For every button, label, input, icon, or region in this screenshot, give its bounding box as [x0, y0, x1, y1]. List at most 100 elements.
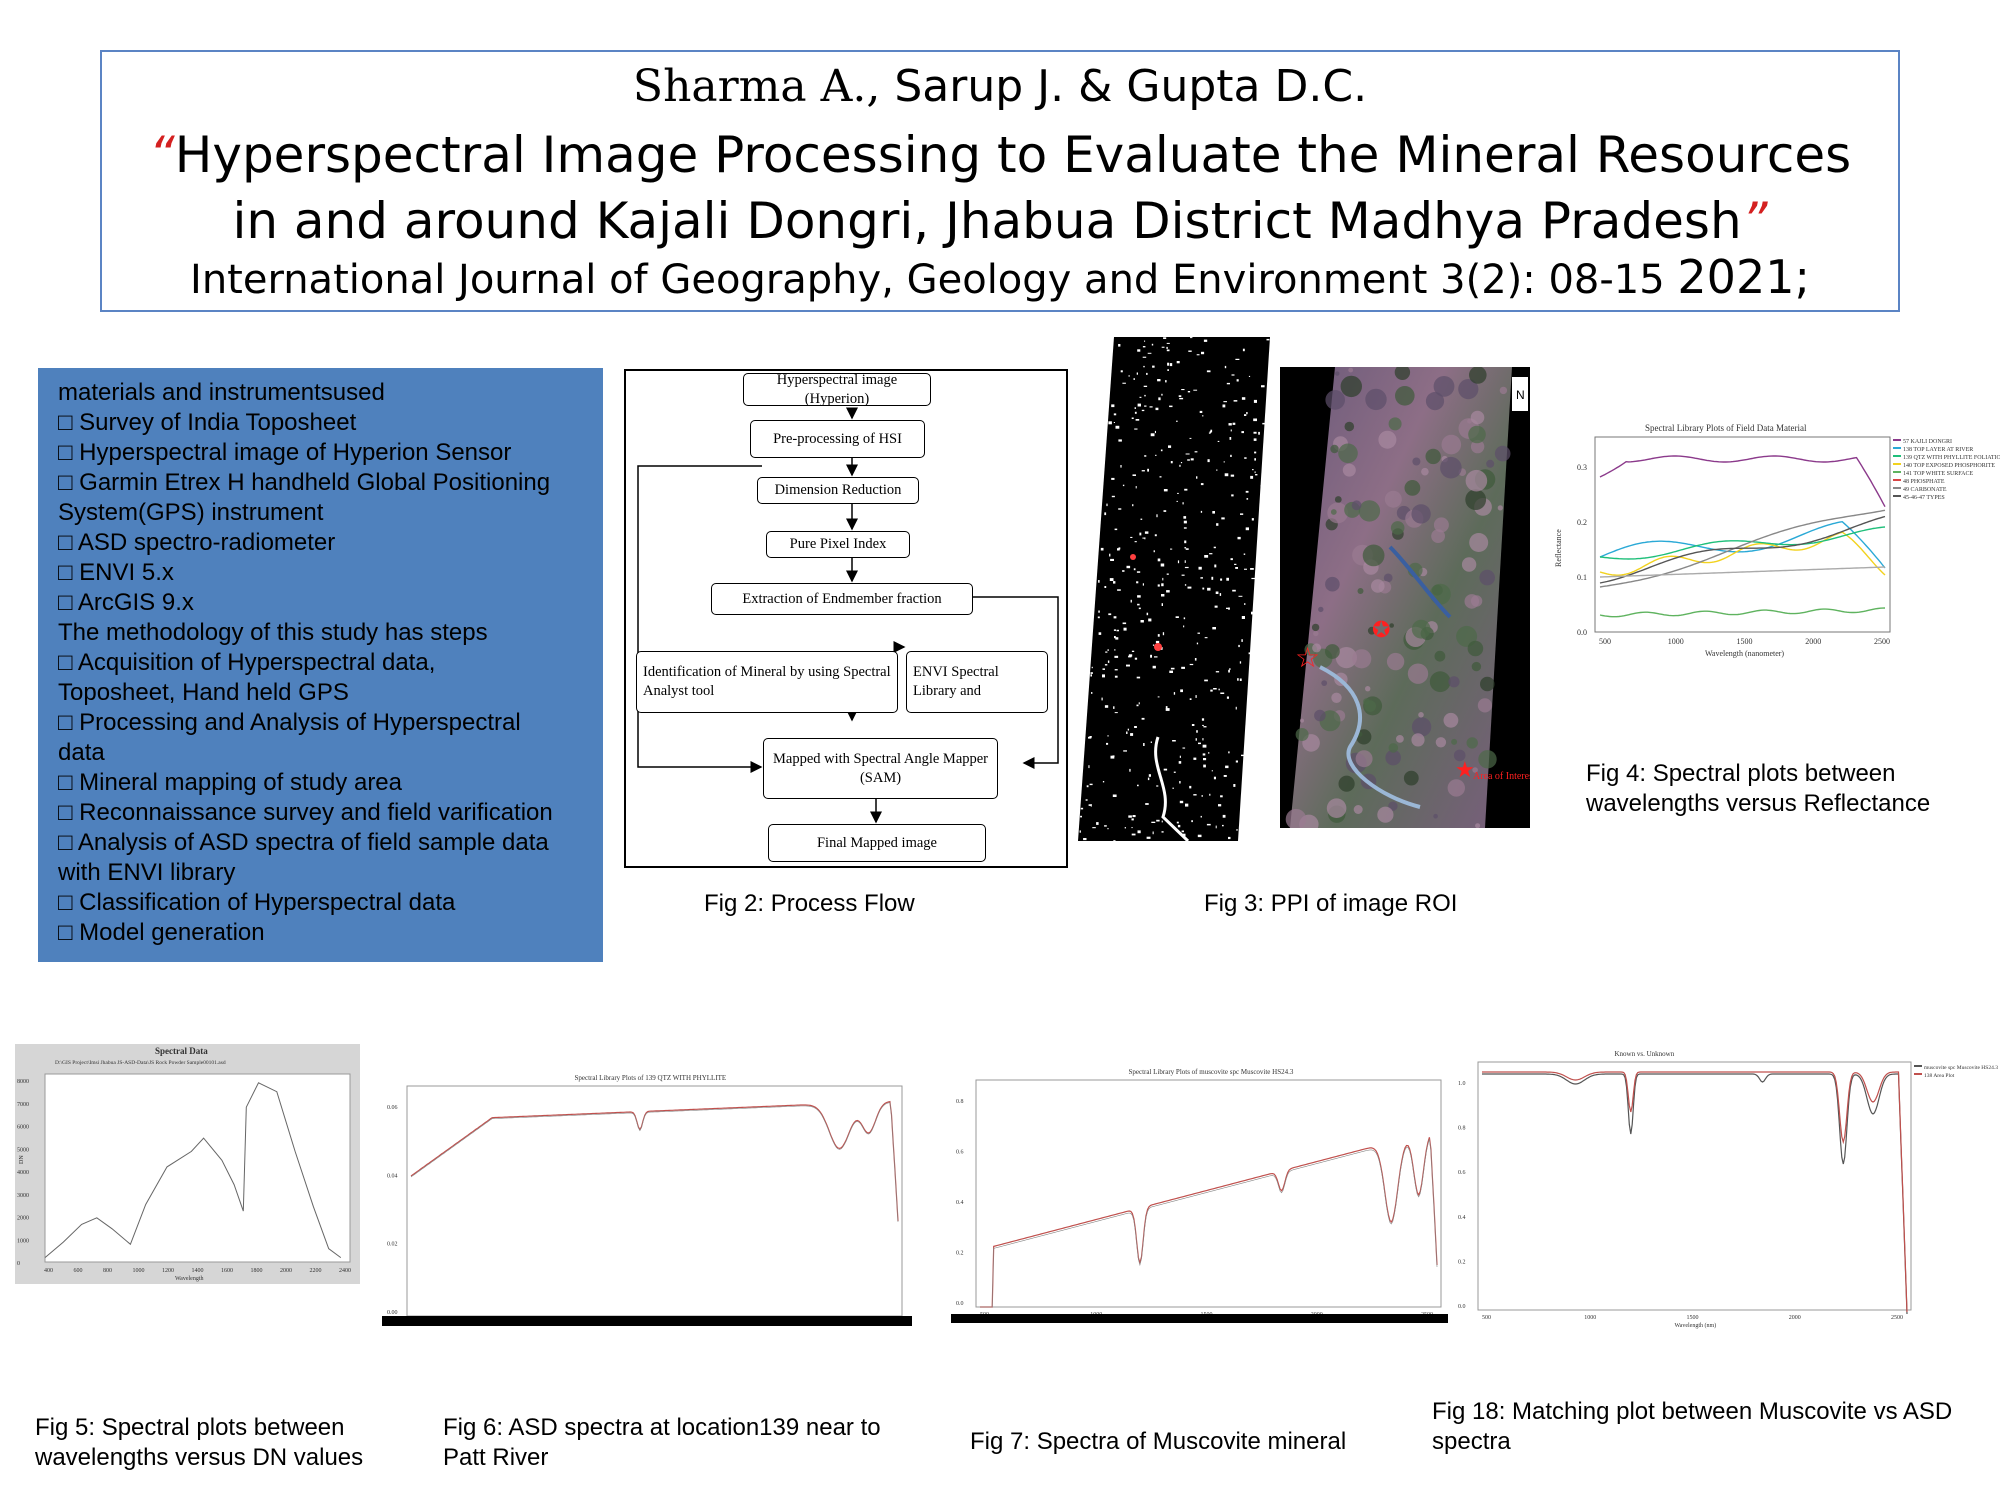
roi-texture-blob	[1465, 489, 1487, 510]
ppi-speck	[1114, 675, 1118, 678]
ppi-speck	[1136, 704, 1139, 707]
ppi-speck	[1258, 431, 1260, 435]
ppi-speck	[1126, 565, 1131, 569]
ppi-speck	[1108, 421, 1112, 425]
fig5-ytick: 1000	[17, 1238, 29, 1244]
fig7-plot-frame	[975, 1079, 1442, 1308]
ppi-speck	[1221, 517, 1225, 520]
fig5-xtick: 2400	[339, 1268, 351, 1274]
roi-texture-blob	[1403, 770, 1419, 786]
ppi-speck	[1217, 440, 1220, 442]
roi-texture-blob	[1358, 500, 1381, 522]
ppi-speck	[1114, 655, 1119, 658]
ppi-speck	[1246, 412, 1248, 415]
ppi-speck	[1166, 573, 1169, 575]
ppi-speck	[1226, 696, 1229, 699]
ppi-speck	[1136, 372, 1138, 375]
ppi-speck	[1225, 765, 1229, 769]
methods-line: data	[58, 739, 105, 766]
ppi-speck	[1134, 726, 1137, 728]
ppi-speck	[1142, 537, 1146, 539]
ppi-speck	[1202, 587, 1205, 590]
fig18-ytick: 0.6	[1458, 1170, 1466, 1176]
methods-line: □ Classification of Hyperspectral data	[58, 889, 456, 916]
ppi-speck	[1136, 581, 1139, 584]
roi-texture-blob	[1353, 805, 1363, 814]
ppi-speck	[1183, 527, 1187, 529]
ppi-speck	[1116, 629, 1119, 632]
svg-text:☆: ☆	[1295, 642, 1320, 673]
ppi-speck	[1180, 689, 1183, 693]
fig18-ytick: 0.0	[1458, 1304, 1466, 1310]
ppi-speck	[1132, 815, 1136, 818]
ppi-speck	[1179, 800, 1184, 804]
ppi-speck	[1184, 488, 1188, 491]
ppi-speck	[1090, 672, 1093, 674]
ppi-speck	[1251, 518, 1254, 521]
ppi-speck	[1226, 382, 1230, 385]
ppi-speck	[1131, 417, 1134, 419]
ppi-speck	[1133, 568, 1136, 571]
fig7-ytick: 0.8	[956, 1099, 964, 1105]
ppi-speck	[1146, 612, 1149, 616]
ppi-speck	[1162, 577, 1164, 581]
ppi-speck	[1124, 827, 1126, 829]
ppi-speck	[1102, 781, 1105, 783]
ppi-speck	[1203, 758, 1207, 761]
ppi-speck	[1096, 822, 1099, 825]
ppi-speck	[1204, 637, 1208, 639]
ppi-speck	[1114, 649, 1116, 651]
ppi-speck	[1183, 520, 1187, 524]
roi-texture-blob	[1395, 386, 1415, 406]
roi-texture-blob	[1411, 504, 1431, 524]
ppi-speck	[1135, 419, 1140, 421]
ppi-speck	[1130, 733, 1134, 736]
ppi-speck	[1149, 406, 1153, 408]
ppi-speck	[1253, 399, 1257, 403]
fig4-ytick: 0.0	[1577, 628, 1587, 637]
ppi-speck	[1176, 500, 1178, 502]
fig4-ytick: 0.3	[1577, 463, 1587, 472]
roi-texture-blob	[1468, 425, 1486, 444]
ppi-speck	[1245, 490, 1249, 493]
roi-texture-blob	[1348, 367, 1354, 373]
roi-texture-blob	[1411, 619, 1431, 639]
fig18-xtick: 500	[1482, 1315, 1491, 1321]
fig18-xtick: 2000	[1789, 1315, 1801, 1321]
roi-texture-blob	[1461, 557, 1477, 572]
ppi-speck	[1179, 781, 1181, 784]
ppi-speck	[1183, 516, 1187, 519]
roi-texture-blob	[1477, 698, 1492, 713]
ppi-speck	[1128, 375, 1130, 377]
roi-texture-blob	[1412, 457, 1421, 466]
ppi-speck	[1117, 589, 1121, 591]
ppi-speck	[1204, 679, 1208, 682]
ppi-speck	[1178, 761, 1182, 764]
fig4-legend-label: 139 QTZ WITH PHYLLITE FOLIATION	[1903, 455, 2000, 461]
fig5-plot-area	[44, 1073, 351, 1263]
ppi-speck	[1182, 747, 1186, 749]
ppi-speck	[1165, 708, 1170, 711]
ppi-speck	[1244, 457, 1247, 459]
ppi-speck	[1202, 724, 1204, 726]
ppi-speck	[1183, 617, 1186, 620]
caption-fig5: Fig 5: Spectral plots between wavelength…	[35, 1414, 364, 1471]
ppi-speck	[1154, 430, 1156, 434]
ppi-speck	[1194, 451, 1198, 453]
roi-texture-blob	[1443, 712, 1459, 728]
fig4-series-line	[1599, 566, 1886, 578]
roi-texture-blob	[1338, 443, 1358, 464]
fig5-xtick: 1600	[221, 1268, 233, 1274]
fig5-ytick: 3000	[17, 1193, 29, 1199]
ppi-speck	[1260, 485, 1262, 487]
ppi-speck	[1105, 651, 1108, 653]
flow-step-preprocessing: Pre-processing of HSI	[750, 420, 925, 458]
ppi-speck	[1213, 776, 1216, 780]
ppi-speck	[1156, 785, 1159, 787]
ppi-speck	[1244, 603, 1246, 605]
fig4-legend-label: 57 KAJLI DONGRI	[1903, 439, 1952, 445]
ppi-speck	[1196, 642, 1199, 645]
ppi-speck	[1166, 346, 1168, 349]
ppi-speck	[1202, 738, 1204, 741]
ppi-speck	[1104, 512, 1107, 516]
